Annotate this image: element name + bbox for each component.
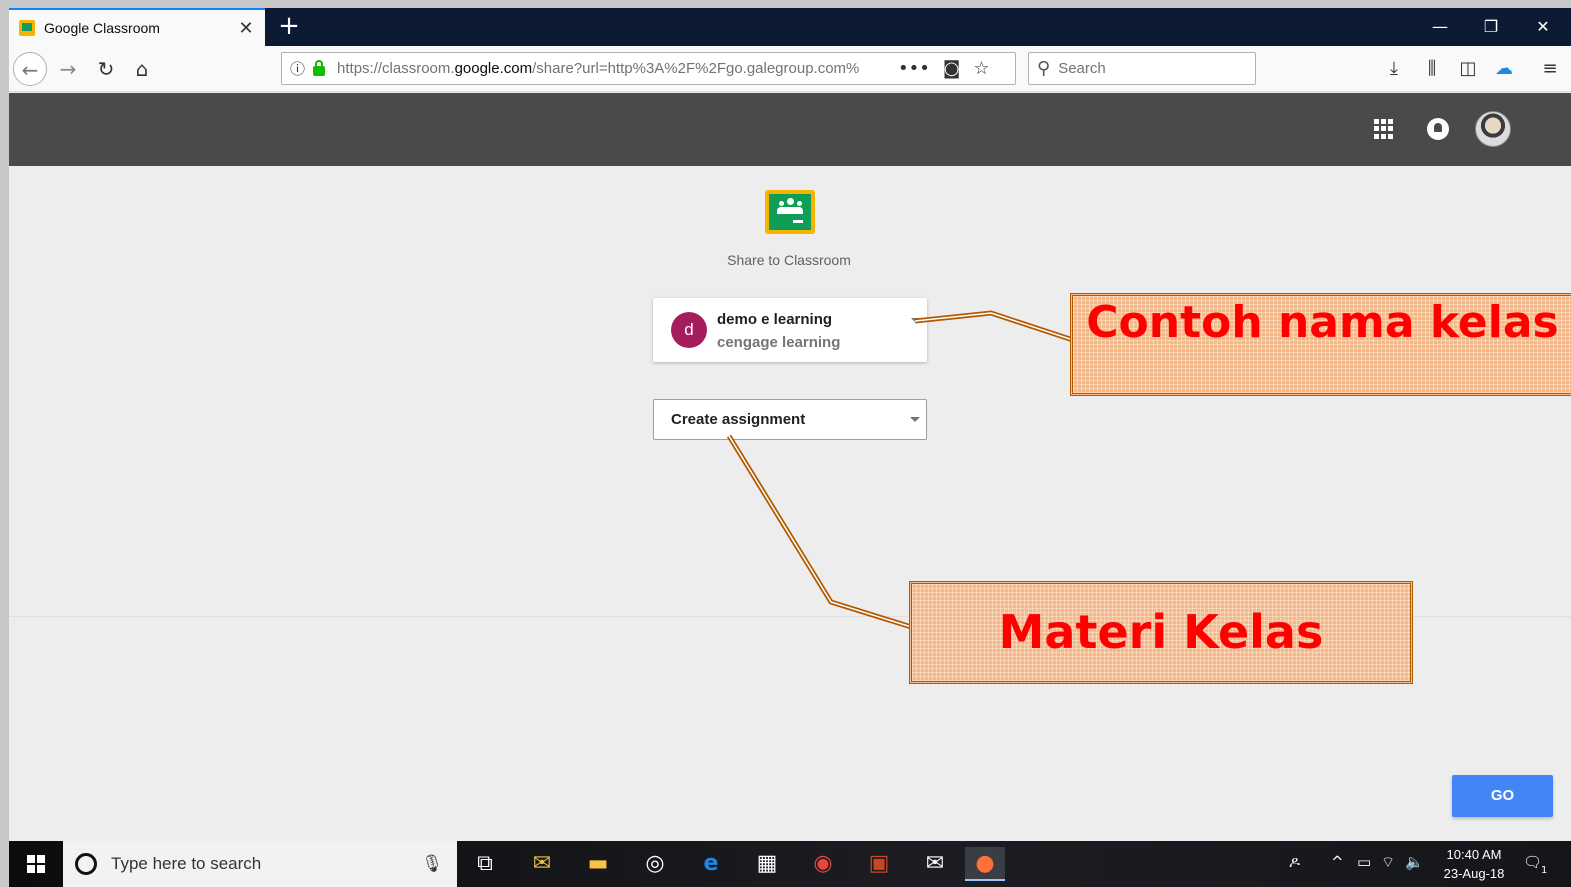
clock-date: 23-Aug-18 — [1443, 866, 1505, 881]
address-bar[interactable]: ⓘ https://classroom.google.com/share?url… — [281, 52, 1016, 85]
clock[interactable]: 10:40 AM 23-Aug-18 — [1433, 845, 1515, 883]
battery-icon[interactable]: ▭ — [1357, 853, 1371, 871]
go-button[interactable]: GO — [1452, 775, 1553, 817]
notification-count-badge: 1 — [1541, 865, 1548, 876]
wifi-icon[interactable]: ⌔ — [1381, 853, 1395, 872]
file-explorer-icon[interactable]: ▬ — [578, 847, 618, 881]
downloads-icon[interactable]: ⤓ — [1381, 56, 1407, 82]
url-text[interactable]: https://classroom.google.com/share?url=h… — [337, 60, 885, 77]
cortana-icon — [75, 853, 97, 875]
class-name: demo e learning — [717, 311, 833, 328]
action-type-value: Create assignment — [671, 411, 806, 428]
task-view-icon[interactable]: ⧉ — [465, 847, 505, 881]
mail-icon[interactable]: ✉ — [915, 847, 955, 881]
edge-browser-icon[interactable]: e — [691, 847, 731, 881]
pocket-icon[interactable]: ◙ — [943, 58, 960, 79]
navigation-toolbar: ← → ↻ ⌂ ⓘ https://classroom.google.com/s… — [9, 46, 1571, 92]
action-center-icon[interactable]: 🗨 — [1523, 853, 1542, 871]
chevron-down-icon — [911, 318, 921, 323]
user-avatar[interactable] — [1475, 111, 1511, 147]
class-section: cengage learning — [717, 334, 841, 351]
reload-icon[interactable]: ↻ — [89, 52, 123, 86]
action-type-dropdown[interactable]: Create assignment — [653, 399, 927, 440]
sidebar-icon[interactable]: ◫ — [1455, 56, 1481, 82]
classroom-favicon-icon — [19, 20, 35, 36]
taskbar-search-placeholder: Type here to search — [111, 854, 262, 873]
tab-google-classroom[interactable]: Google Classroom ✕ — [9, 8, 265, 46]
clock-time: 10:40 AM — [1446, 847, 1502, 862]
menu-hamburger-icon[interactable]: ≡ — [1537, 56, 1563, 82]
restore-button[interactable]: ❐ — [1467, 8, 1515, 46]
new-tab-button[interactable]: + — [275, 12, 303, 40]
chrome-icon[interactable]: ◉ — [803, 847, 843, 881]
notifications-icon[interactable] — [1427, 118, 1449, 140]
volume-icon[interactable]: 🔈 — [1405, 853, 1424, 871]
bookmark-star-icon[interactable]: ☆ — [973, 58, 989, 79]
secure-lock-icon — [313, 59, 326, 76]
class-avatar: d — [671, 312, 707, 348]
tab-close-icon[interactable]: ✕ — [235, 18, 257, 39]
annotation-class-material: Materi Kelas — [909, 581, 1413, 684]
groove-music-icon[interactable]: ◎ — [635, 847, 675, 881]
site-info-icon[interactable]: ⓘ — [290, 58, 305, 79]
chevron-down-icon — [910, 417, 920, 422]
browser-window: Google Classroom ✕ + — ❐ ✕ ← → ↻ ⌂ ⓘ htt… — [9, 8, 1571, 887]
mail-folder-icon[interactable]: ✉ — [522, 847, 562, 881]
forward-arrow-icon[interactable]: → — [51, 52, 85, 86]
tab-title: Google Classroom — [44, 20, 160, 36]
close-window-button[interactable]: ✕ — [1519, 8, 1567, 46]
windows-start-icon[interactable] — [9, 841, 63, 887]
library-icon[interactable]: ⫼ — [1419, 56, 1445, 82]
search-icon: ⚲ — [1037, 58, 1051, 79]
powerpoint-icon[interactable]: ▣ — [859, 847, 899, 881]
search-input[interactable]: ⚲ Search — [1028, 52, 1256, 85]
home-icon[interactable]: ⌂ — [125, 52, 159, 86]
show-hidden-icons-chevron-icon[interactable]: ^ — [1331, 853, 1344, 871]
annotation-class-name: Contoh nama kelas — [1070, 293, 1571, 396]
class-selector-dropdown[interactable]: d demo e learning cengage learning — [653, 298, 927, 362]
tab-strip: Google Classroom ✕ + — ❐ ✕ — [9, 8, 1571, 46]
google-apps-icon[interactable] — [1374, 119, 1394, 139]
share-title: Share to Classroom — [727, 252, 851, 268]
back-arrow-icon[interactable]: ← — [13, 52, 47, 86]
page-actions-icon[interactable]: ••• — [898, 58, 930, 79]
firefox-icon[interactable]: ● — [965, 847, 1005, 881]
microphone-icon[interactable]: 🎙 — [421, 854, 443, 874]
classroom-logo-icon — [765, 190, 815, 234]
minimize-button[interactable]: — — [1416, 8, 1464, 46]
windows-taskbar: Type here to search 🎙 ⧉ ✉ ▬ ◎ e ▦ ◉ ▣ ✉ … — [9, 841, 1571, 887]
classroom-header — [9, 93, 1571, 166]
store-icon[interactable]: ▦ — [747, 847, 787, 881]
taskbar-search-input[interactable]: Type here to search 🎙 — [63, 841, 457, 887]
onedrive-cloud-icon[interactable]: ☁ — [1491, 56, 1517, 82]
people-icon[interactable]: ዶ — [1289, 853, 1300, 871]
